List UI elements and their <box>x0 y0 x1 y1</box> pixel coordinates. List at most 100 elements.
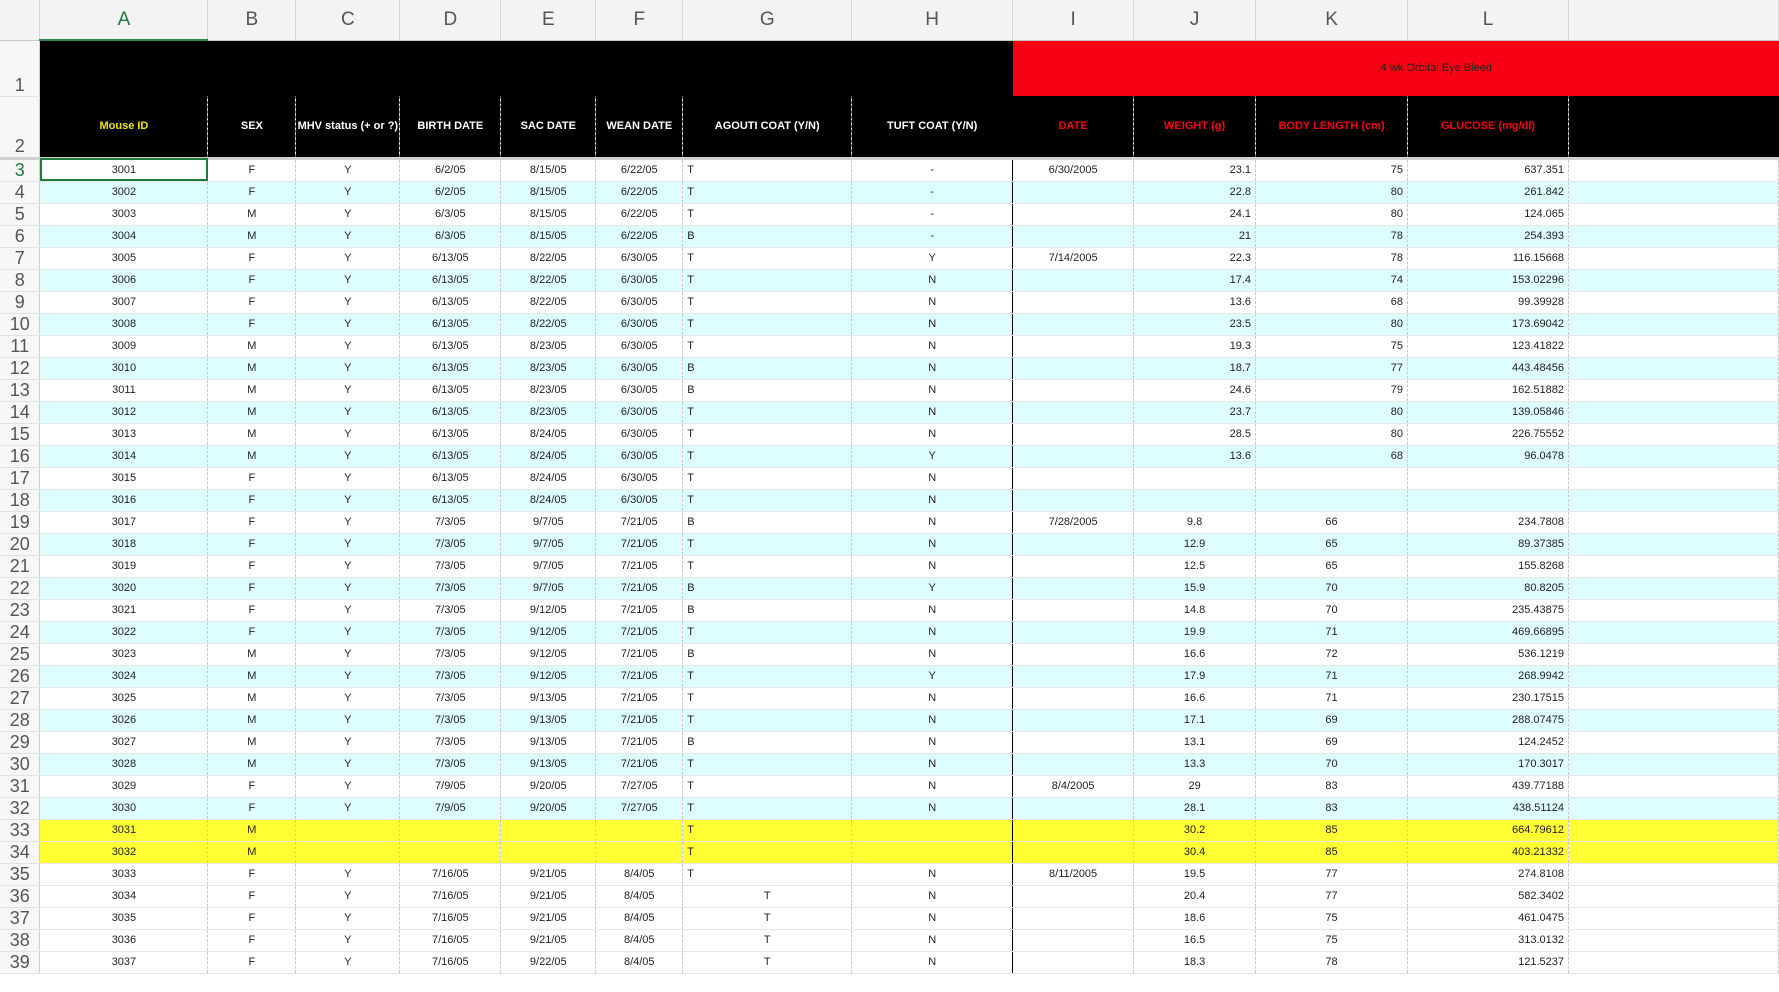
sac-date-cell[interactable]: 9/13/05 <box>500 753 597 776</box>
weight-cell[interactable]: 22.8 <box>1133 181 1257 204</box>
row-header[interactable]: 29 <box>0 731 41 754</box>
overflow-cell[interactable] <box>1568 863 1779 886</box>
mouse-id-cell[interactable]: 3035 <box>39 907 209 930</box>
weight-cell[interactable]: 19.3 <box>1133 335 1257 358</box>
overflow-cell[interactable] <box>1568 313 1779 336</box>
birth-date-cell[interactable]: 7/3/05 <box>399 665 502 688</box>
body-length-cell[interactable]: 68 <box>1255 445 1409 468</box>
sex-cell[interactable]: M <box>207 731 297 754</box>
wean-date-cell[interactable]: 8/4/05 <box>595 907 684 930</box>
glucose-cell[interactable]: 461.0475 <box>1407 907 1569 930</box>
row-header[interactable]: 35 <box>0 863 41 886</box>
tuft-cell[interactable]: Y <box>851 247 1014 270</box>
bleed-date-cell[interactable] <box>1012 709 1135 732</box>
tuft-cell[interactable]: N <box>851 533 1014 556</box>
weight-cell[interactable]: 24.1 <box>1133 203 1257 226</box>
wean-date-cell[interactable]: 6/30/05 <box>595 423 684 446</box>
birth-date-cell[interactable]: 7/9/05 <box>399 775 502 798</box>
body-length-cell[interactable]: 77 <box>1255 885 1409 908</box>
sac-date-cell[interactable]: 8/22/05 <box>500 247 597 270</box>
overflow-cell[interactable] <box>1568 929 1779 952</box>
bleed-date-cell[interactable] <box>1012 951 1135 974</box>
mhv-cell[interactable]: Y <box>295 247 401 270</box>
weight-cell[interactable]: 23.7 <box>1133 401 1257 424</box>
glucose-cell[interactable]: 582.3402 <box>1407 885 1569 908</box>
bleed-date-cell[interactable] <box>1012 665 1135 688</box>
column-header-k[interactable]: K <box>1255 0 1409 41</box>
body-length-cell[interactable]: 83 <box>1255 797 1409 820</box>
row-header[interactable]: 27 <box>0 687 41 710</box>
glucose-cell[interactable]: 80.8205 <box>1407 577 1569 600</box>
sex-cell[interactable]: M <box>207 203 297 226</box>
glucose-cell[interactable]: 469.66895 <box>1407 621 1569 644</box>
mouse-id-cell[interactable]: 3034 <box>39 885 209 908</box>
weight-cell[interactable]: 12.5 <box>1133 555 1257 578</box>
mouse-id-cell[interactable]: 3009 <box>39 335 209 358</box>
row-header[interactable]: 28 <box>0 709 41 732</box>
agouti-cell[interactable]: B <box>682 379 853 402</box>
agouti-cell[interactable]: T <box>682 445 853 468</box>
glucose-cell[interactable]: 170.3017 <box>1407 753 1569 776</box>
sex-cell[interactable]: F <box>207 929 297 952</box>
weight-cell[interactable]: 16.6 <box>1133 687 1257 710</box>
bleed-date-cell[interactable] <box>1012 643 1135 666</box>
sac-date-cell[interactable]: 9/21/05 <box>500 907 597 930</box>
bleed-date-cell[interactable] <box>1012 599 1135 622</box>
row-header[interactable]: 9 <box>0 291 41 314</box>
overflow-cell[interactable] <box>1568 665 1779 688</box>
body-length-cell[interactable]: 77 <box>1255 357 1409 380</box>
weight-cell[interactable]: 30.4 <box>1133 841 1257 864</box>
mhv-cell[interactable]: Y <box>295 291 401 314</box>
bleed-date-cell[interactable]: 7/14/2005 <box>1012 247 1135 270</box>
agouti-cell[interactable]: T <box>682 335 853 358</box>
mouse-id-cell[interactable]: 3022 <box>39 621 209 644</box>
body-length-cell[interactable]: 65 <box>1255 555 1409 578</box>
bleed-date-cell[interactable] <box>1012 291 1135 314</box>
weight-cell[interactable] <box>1133 467 1257 490</box>
bleed-date-cell[interactable] <box>1012 819 1135 842</box>
agouti-cell[interactable]: T <box>682 885 853 908</box>
birth-date-cell[interactable]: 6/3/05 <box>399 203 502 226</box>
birth-date-cell[interactable]: 6/13/05 <box>399 423 502 446</box>
sac-date-cell[interactable]: 9/20/05 <box>500 797 597 820</box>
overflow-cell[interactable] <box>1568 269 1779 292</box>
sex-cell[interactable]: M <box>207 687 297 710</box>
bleed-date-cell[interactable] <box>1012 357 1135 380</box>
sac-date-cell[interactable]: 9/7/05 <box>500 555 597 578</box>
weight-cell[interactable]: 24.6 <box>1133 379 1257 402</box>
column-header-i[interactable]: I <box>1012 0 1135 41</box>
weight-cell[interactable]: 16.5 <box>1133 929 1257 952</box>
tuft-cell[interactable]: N <box>851 929 1014 952</box>
tuft-cell[interactable]: N <box>851 291 1014 314</box>
mouse-id-cell[interactable]: 3008 <box>39 313 209 336</box>
bleed-date-cell[interactable] <box>1012 445 1135 468</box>
sac-date-cell[interactable] <box>500 819 597 842</box>
body-length-cell[interactable] <box>1255 467 1409 490</box>
wean-date-cell[interactable]: 7/21/05 <box>595 533 684 556</box>
mouse-id-cell[interactable]: 3033 <box>39 863 209 886</box>
overflow-cell[interactable] <box>1568 511 1779 534</box>
mouse-id-cell[interactable]: 3019 <box>39 555 209 578</box>
mouse-id-cell[interactable]: 3027 <box>39 731 209 754</box>
birth-date-cell[interactable]: 6/13/05 <box>399 335 502 358</box>
row-header[interactable]: 22 <box>0 577 41 600</box>
overflow-cell[interactable] <box>1568 379 1779 402</box>
weight-cell[interactable]: 14.8 <box>1133 599 1257 622</box>
row-header[interactable]: 13 <box>0 379 41 402</box>
mhv-cell[interactable]: Y <box>295 269 401 292</box>
overflow-cell[interactable] <box>1568 731 1779 754</box>
wean-date-cell[interactable]: 7/21/05 <box>595 555 684 578</box>
mhv-cell[interactable]: Y <box>295 445 401 468</box>
overflow-cell[interactable] <box>1568 489 1779 512</box>
mhv-cell[interactable]: Y <box>295 203 401 226</box>
weight-cell[interactable]: 20.4 <box>1133 885 1257 908</box>
mouse-id-cell[interactable]: 3002 <box>39 181 209 204</box>
mouse-id-cell[interactable]: 3018 <box>39 533 209 556</box>
birth-date-cell[interactable]: 6/13/05 <box>399 445 502 468</box>
wean-date-cell[interactable]: 7/27/05 <box>595 797 684 820</box>
row-header[interactable]: 12 <box>0 357 41 380</box>
bleed-date-cell[interactable] <box>1012 335 1135 358</box>
mouse-id-cell[interactable]: 3030 <box>39 797 209 820</box>
overflow-cell[interactable] <box>1568 621 1779 644</box>
sac-date-cell[interactable]: 9/21/05 <box>500 929 597 952</box>
